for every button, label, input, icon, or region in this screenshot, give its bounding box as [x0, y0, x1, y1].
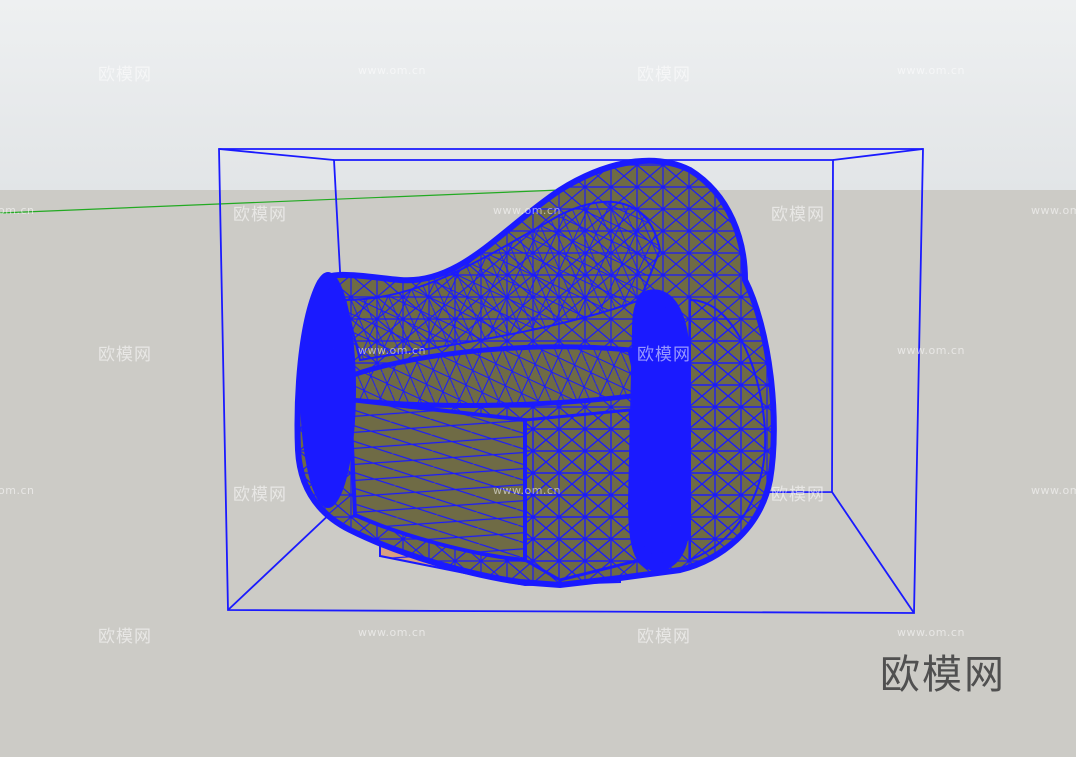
watermark-url: www.om: [1031, 484, 1076, 497]
watermark-url: www.om.cn: [897, 344, 965, 357]
watermark-brand: 欧模网: [98, 65, 152, 85]
watermark-brand: 欧模网: [98, 627, 152, 647]
watermark-brand: 欧模网: [637, 65, 691, 85]
armchair-model: [294, 157, 777, 589]
watermark-url: om.cn: [0, 204, 35, 217]
watermark-brand: 欧模网: [771, 205, 825, 225]
3d-viewport[interactable]: 欧模网 www.om.cn 欧模网 www.om.cn om.cn 欧模网 ww…: [0, 0, 1076, 757]
watermark-url: www.om.cn: [358, 64, 426, 77]
watermark-brand: 欧模网: [98, 345, 152, 365]
watermark-brand: 欧模网: [233, 485, 287, 505]
watermark-brand: 欧模网: [637, 627, 691, 647]
watermark-url: www.om.cn: [493, 484, 561, 497]
watermark-url: www.om.cn: [358, 344, 426, 357]
watermark-url: om.cn: [0, 484, 35, 497]
watermark-brand: 欧模网: [637, 345, 691, 365]
watermark-url: www.om: [1031, 204, 1076, 217]
watermark-brand: 欧模网: [771, 485, 825, 505]
om-logo-icon: 欧模网: [880, 652, 1006, 698]
watermark-brand: 欧模网: [233, 205, 287, 225]
watermark-url: www.om.cn: [358, 626, 426, 639]
watermark-url: www.om.cn: [897, 626, 965, 639]
watermark-url: www.om.cn: [493, 204, 561, 217]
watermark-url: www.om.cn: [897, 64, 965, 77]
